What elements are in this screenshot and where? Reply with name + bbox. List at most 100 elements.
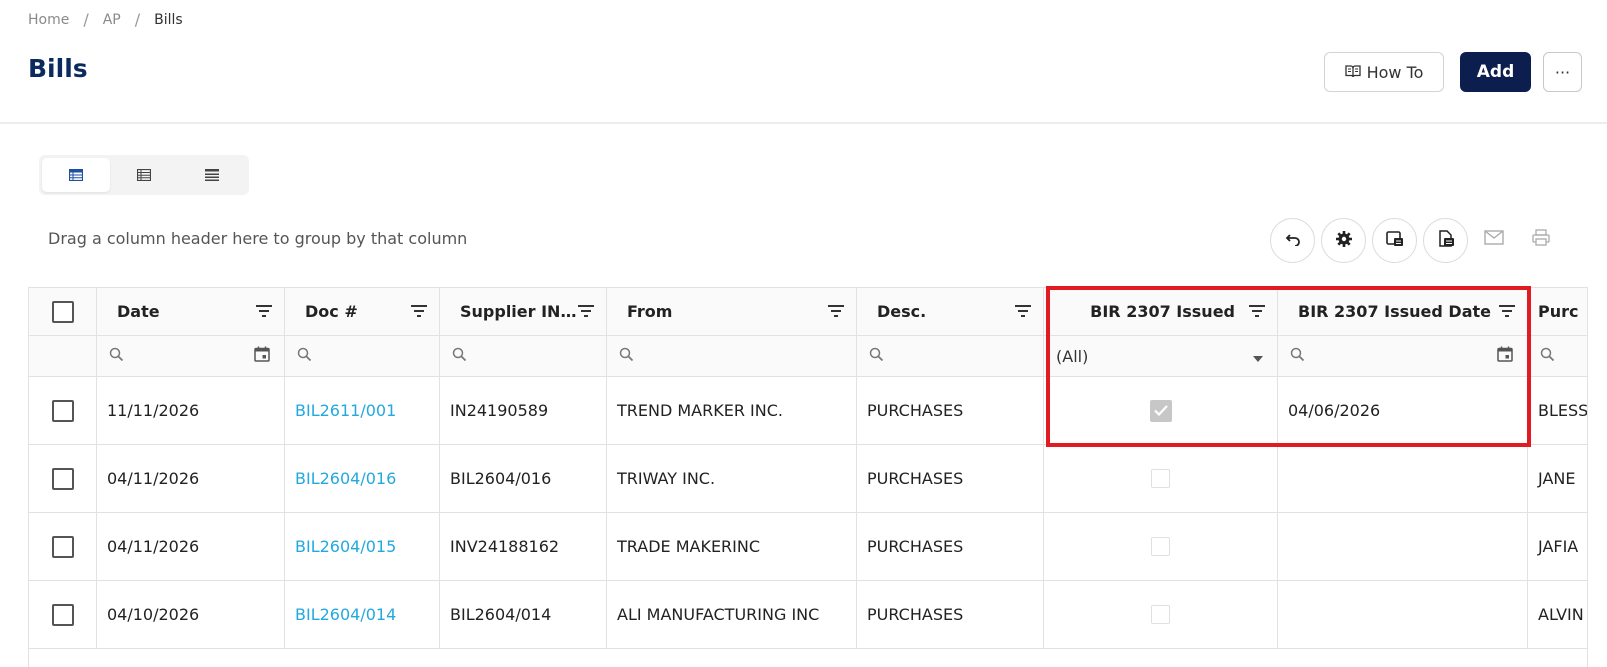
email-button[interactable]	[1481, 226, 1507, 252]
filter-icon[interactable]	[828, 302, 844, 321]
cell-doc: BIL2604/015	[285, 513, 440, 580]
calendar-icon[interactable]	[1497, 346, 1513, 366]
view-list-button[interactable]	[178, 158, 246, 192]
cell-date: 04/11/2026	[97, 513, 285, 580]
print-button[interactable]	[1528, 226, 1554, 252]
grid-header-row: Date Doc # Supplier IN... From Desc. BIR…	[29, 288, 1587, 336]
column-header-label: BIR 2307 Issued	[1090, 302, 1235, 321]
column-header-bir-date[interactable]: BIR 2307 Issued Date	[1278, 288, 1528, 335]
select-all-checkbox[interactable]	[51, 300, 74, 323]
search-icon	[869, 347, 884, 366]
cell-bir-date: 04/06/2026	[1278, 377, 1528, 444]
settings-button[interactable]	[1321, 218, 1366, 263]
undo-button[interactable]	[1270, 218, 1315, 263]
row-select-cell	[29, 445, 97, 512]
row-checkbox[interactable]	[51, 467, 74, 490]
doc-link[interactable]: BIL2604/015	[295, 537, 396, 556]
gear-icon	[1335, 230, 1353, 252]
export-button[interactable]	[1423, 218, 1468, 263]
cell-purchaser: BLESS	[1538, 401, 1588, 420]
column-header-bir-issued[interactable]: BIR 2307 Issued	[1044, 288, 1278, 335]
breadcrumb-home[interactable]: Home	[28, 12, 69, 28]
search-icon	[109, 347, 124, 366]
column-header-date[interactable]: Date	[97, 288, 285, 335]
search-icon	[619, 347, 634, 366]
cell-desc: PURCHASES	[857, 513, 1044, 580]
mail-icon	[1484, 229, 1504, 249]
how-to-button[interactable]: How To	[1324, 52, 1444, 92]
view-table-button[interactable]	[110, 158, 178, 192]
column-header-label: Desc.	[877, 302, 927, 321]
filter-date[interactable]	[97, 336, 285, 376]
column-header-desc[interactable]: Desc.	[857, 288, 1044, 335]
cell-desc: PURCHASES	[857, 445, 1044, 512]
search-icon	[452, 347, 467, 366]
row-checkbox[interactable]	[51, 535, 74, 558]
header-divider	[0, 122, 1607, 124]
row-checkbox[interactable]	[51, 603, 74, 626]
cell-bir-issued	[1044, 445, 1278, 512]
page-title: Bills	[28, 54, 88, 83]
breadcrumb-ap[interactable]: AP	[103, 12, 121, 28]
filter-icon[interactable]	[1249, 302, 1265, 321]
cell-bir-date	[1278, 581, 1528, 648]
filter-icon[interactable]	[1015, 302, 1031, 321]
filter-bir-issued-select[interactable]: (All)	[1044, 336, 1278, 376]
grid-filter-row: (All)	[29, 336, 1587, 377]
cell-doc: BIL2604/016	[285, 445, 440, 512]
cell-doc: BIL2611/001	[285, 377, 440, 444]
filter-icon[interactable]	[411, 302, 427, 321]
export-file-icon	[1437, 229, 1455, 252]
column-header-supplier-inv[interactable]: Supplier IN...	[440, 288, 607, 335]
table-row[interactable]: 04/11/2026 BIL2604/016 BIL2604/016 TRIWA…	[29, 445, 1587, 513]
undo-icon	[1285, 231, 1301, 250]
filter-icon[interactable]	[1499, 302, 1515, 321]
cell-supplier-inv: BIL2604/014	[440, 581, 607, 648]
column-header-purchaser[interactable]: Purc	[1528, 288, 1587, 335]
breadcrumb-separator: /	[134, 10, 141, 29]
column-header-label: Purc	[1538, 302, 1579, 321]
column-header-label: From	[627, 302, 673, 321]
column-header-from[interactable]: From	[607, 288, 857, 335]
filter-select-value: (All)	[1056, 346, 1089, 366]
filter-doc[interactable]	[285, 336, 440, 376]
table-row[interactable]: 04/10/2026 BIL2604/014 BIL2604/014 ALI M…	[29, 581, 1587, 649]
group-by-hint: Drag a column header here to group by th…	[48, 229, 468, 248]
doc-link[interactable]: BIL2604/016	[295, 469, 396, 488]
column-header-label: Doc #	[305, 302, 358, 321]
column-header-doc[interactable]: Doc #	[285, 288, 440, 335]
column-chooser-button[interactable]	[1372, 218, 1417, 263]
column-header-label: Supplier IN...	[460, 302, 578, 321]
search-icon	[1540, 347, 1555, 366]
doc-link[interactable]: BIL2604/014	[295, 605, 396, 624]
column-chooser-icon	[1385, 230, 1404, 251]
calendar-icon[interactable]	[254, 346, 270, 366]
row-checkbox[interactable]	[51, 399, 74, 422]
book-icon	[1344, 63, 1361, 82]
more-options-button[interactable]: ···	[1543, 52, 1582, 92]
filter-cell-empty	[29, 336, 97, 376]
filter-icon[interactable]	[256, 302, 272, 321]
filter-purchaser[interactable]	[1528, 336, 1587, 376]
printer-icon	[1532, 228, 1550, 250]
view-grid-button[interactable]	[42, 158, 110, 192]
cell-purchaser: ALVIN	[1538, 605, 1584, 624]
add-button[interactable]: Add	[1460, 52, 1531, 92]
filter-bir-date[interactable]	[1278, 336, 1528, 376]
table-row[interactable]: 04/11/2026 BIL2604/015 INV24188162 TRADE…	[29, 513, 1587, 581]
filter-icon[interactable]	[578, 302, 594, 321]
cell-supplier-inv: INV24188162	[440, 513, 607, 580]
doc-link[interactable]: BIL2611/001	[295, 401, 396, 420]
row-select-cell	[29, 581, 97, 648]
filter-desc[interactable]	[857, 336, 1044, 376]
filter-supplier-inv[interactable]	[440, 336, 607, 376]
cell-desc: PURCHASES	[857, 377, 1044, 444]
table-row[interactable]: 11/11/2026 BIL2611/001 IN24190589 TREND …	[29, 377, 1588, 445]
view-switch	[39, 155, 249, 195]
cell-supplier-inv: BIL2604/016	[440, 445, 607, 512]
cell-from: TREND MARKER INC.	[607, 377, 857, 444]
bir-issued-checkbox	[1151, 469, 1170, 488]
filter-from[interactable]	[607, 336, 857, 376]
breadcrumb-current: Bills	[154, 11, 183, 28]
cell-bir-date	[1278, 513, 1528, 580]
